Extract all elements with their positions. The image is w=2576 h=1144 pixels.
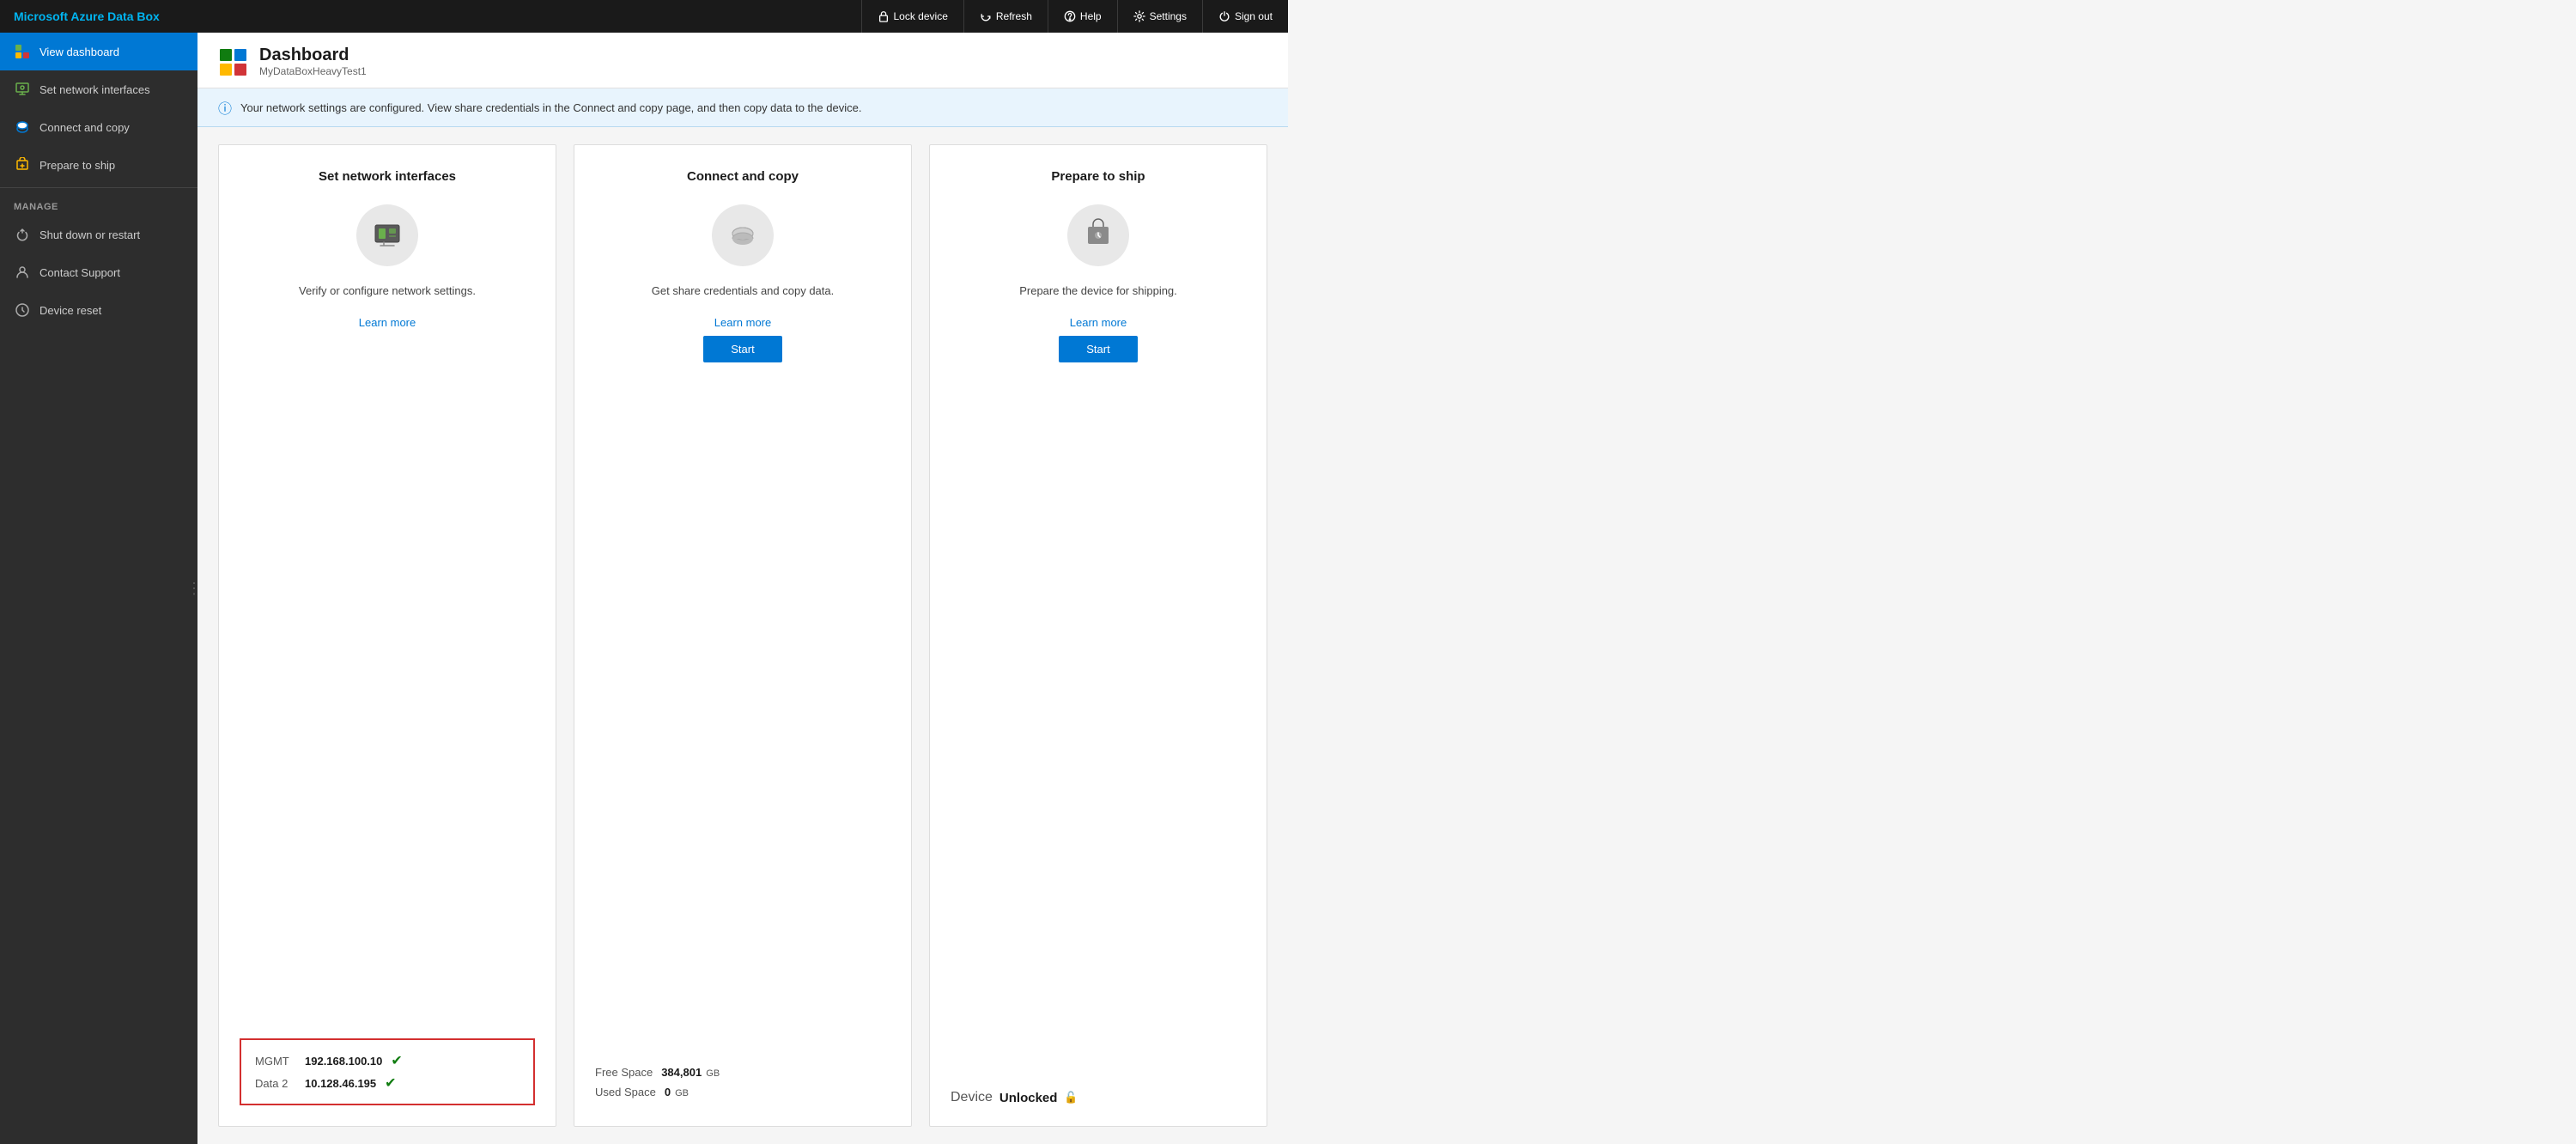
page-header: Dashboard MyDataBoxHeavyTest1 (197, 33, 1288, 88)
info-banner: ⓘ Your network settings are configured. … (197, 88, 1288, 127)
learn-more-ship[interactable]: Learn more (951, 316, 1246, 329)
unlock-icon: 🔓 (1064, 1091, 1078, 1104)
support-icon (14, 264, 31, 281)
sidebar-manage-label: MANAGE (0, 192, 197, 216)
sidebar-item-contact-support[interactable]: Contact Support (0, 253, 197, 291)
topbar-actions: Lock device Refresh Help Settings (861, 0, 1289, 33)
card-title-network: Set network interfaces (240, 169, 535, 184)
network-data-row-mgmt: MGMT 192.168.100.10 ✔ (255, 1052, 519, 1069)
card-desc-ship: Prepare the device for shipping. (951, 283, 1246, 299)
start-connect-button[interactable]: Start (703, 336, 781, 362)
card-desc-network: Verify or configure network settings. (240, 283, 535, 299)
data2-status-icon: ✔ (385, 1074, 396, 1092)
sidebar-item-set-network-interfaces[interactable]: Set network interfaces (0, 70, 197, 108)
ship-device-panel: Device Unlocked 🔓 (951, 1078, 1246, 1105)
cards-area: Set network interfaces Verify or configu… (197, 127, 1288, 1144)
network-data-row-data2: Data 2 10.128.46.195 ✔ (255, 1074, 519, 1092)
banner-text: Your network settings are configured. Vi… (240, 101, 861, 114)
learn-more-connect[interactable]: Learn more (595, 316, 890, 329)
sidebar-resizer[interactable] (191, 571, 197, 605)
sign-out-button[interactable]: Sign out (1202, 0, 1288, 33)
card-prepare-to-ship: Prepare to ship Prepare the device for s… (929, 144, 1267, 1127)
settings-icon (1133, 10, 1145, 22)
card-icon-connect (712, 204, 774, 266)
refresh-button[interactable]: Refresh (963, 0, 1048, 33)
card-title-connect: Connect and copy (595, 169, 890, 184)
sidebar-item-view-dashboard[interactable]: View dashboard (0, 33, 197, 70)
lock-icon (878, 10, 890, 22)
learn-more-network[interactable]: Learn more (240, 316, 535, 329)
grid-icon (14, 43, 31, 60)
device-label: Device (951, 1090, 993, 1105)
free-space-row: Free Space 384,801 GB (595, 1066, 890, 1079)
page-subtitle: MyDataBoxHeavyTest1 (259, 65, 367, 77)
card-title-ship: Prepare to ship (951, 169, 1246, 184)
page-title: Dashboard (259, 45, 367, 65)
info-icon: ⓘ (218, 97, 232, 118)
card-connect-and-copy: Connect and copy Get share credentials a… (574, 144, 912, 1127)
sidebar-divider (0, 187, 197, 188)
refresh-icon (980, 10, 992, 22)
card-desc-connect: Get share credentials and copy data. (595, 283, 890, 299)
help-icon (1064, 10, 1076, 22)
card-set-network-interfaces: Set network interfaces Verify or configu… (218, 144, 556, 1127)
main-content: Dashboard MyDataBoxHeavyTest1 ⓘ Your net… (197, 33, 1288, 1144)
start-ship-button[interactable]: Start (1059, 336, 1137, 362)
sidebar-item-prepare-to-ship[interactable]: Prepare to ship (0, 146, 197, 184)
sidebar-item-shut-down-or-restart[interactable]: Shut down or restart (0, 216, 197, 253)
sidebar: View dashboard Set network interfaces (0, 33, 197, 1144)
mgmt-status-icon: ✔ (391, 1052, 402, 1069)
help-button[interactable]: Help (1048, 0, 1117, 33)
used-space-row: Used Space 0 GB (595, 1086, 890, 1098)
connect-icon (14, 119, 31, 136)
app-brand: Microsoft Azure Data Box (14, 9, 160, 23)
sidebar-item-connect-and-copy[interactable]: Connect and copy (0, 108, 197, 146)
reset-icon (14, 301, 31, 319)
sidebar-item-device-reset[interactable]: Device reset (0, 291, 197, 329)
restart-icon (14, 226, 31, 243)
settings-button[interactable]: Settings (1117, 0, 1202, 33)
ship-icon (14, 156, 31, 173)
card-icon-ship (1067, 204, 1129, 266)
network-icon (14, 81, 31, 98)
network-data-panel: MGMT 192.168.100.10 ✔ Data 2 10.128.46.1… (240, 1038, 535, 1105)
connect-data-panel: Free Space 384,801 GB Used Space 0 GB (595, 1054, 890, 1105)
device-status: Unlocked (999, 1091, 1058, 1105)
topbar: Microsoft Azure Data Box Lock device Ref… (0, 0, 1288, 33)
lock-device-button[interactable]: Lock device (861, 0, 963, 33)
power-icon (1218, 10, 1230, 22)
main-layout: View dashboard Set network interfaces (0, 33, 1288, 1144)
dashboard-icon (218, 47, 246, 75)
card-icon-network (356, 204, 418, 266)
